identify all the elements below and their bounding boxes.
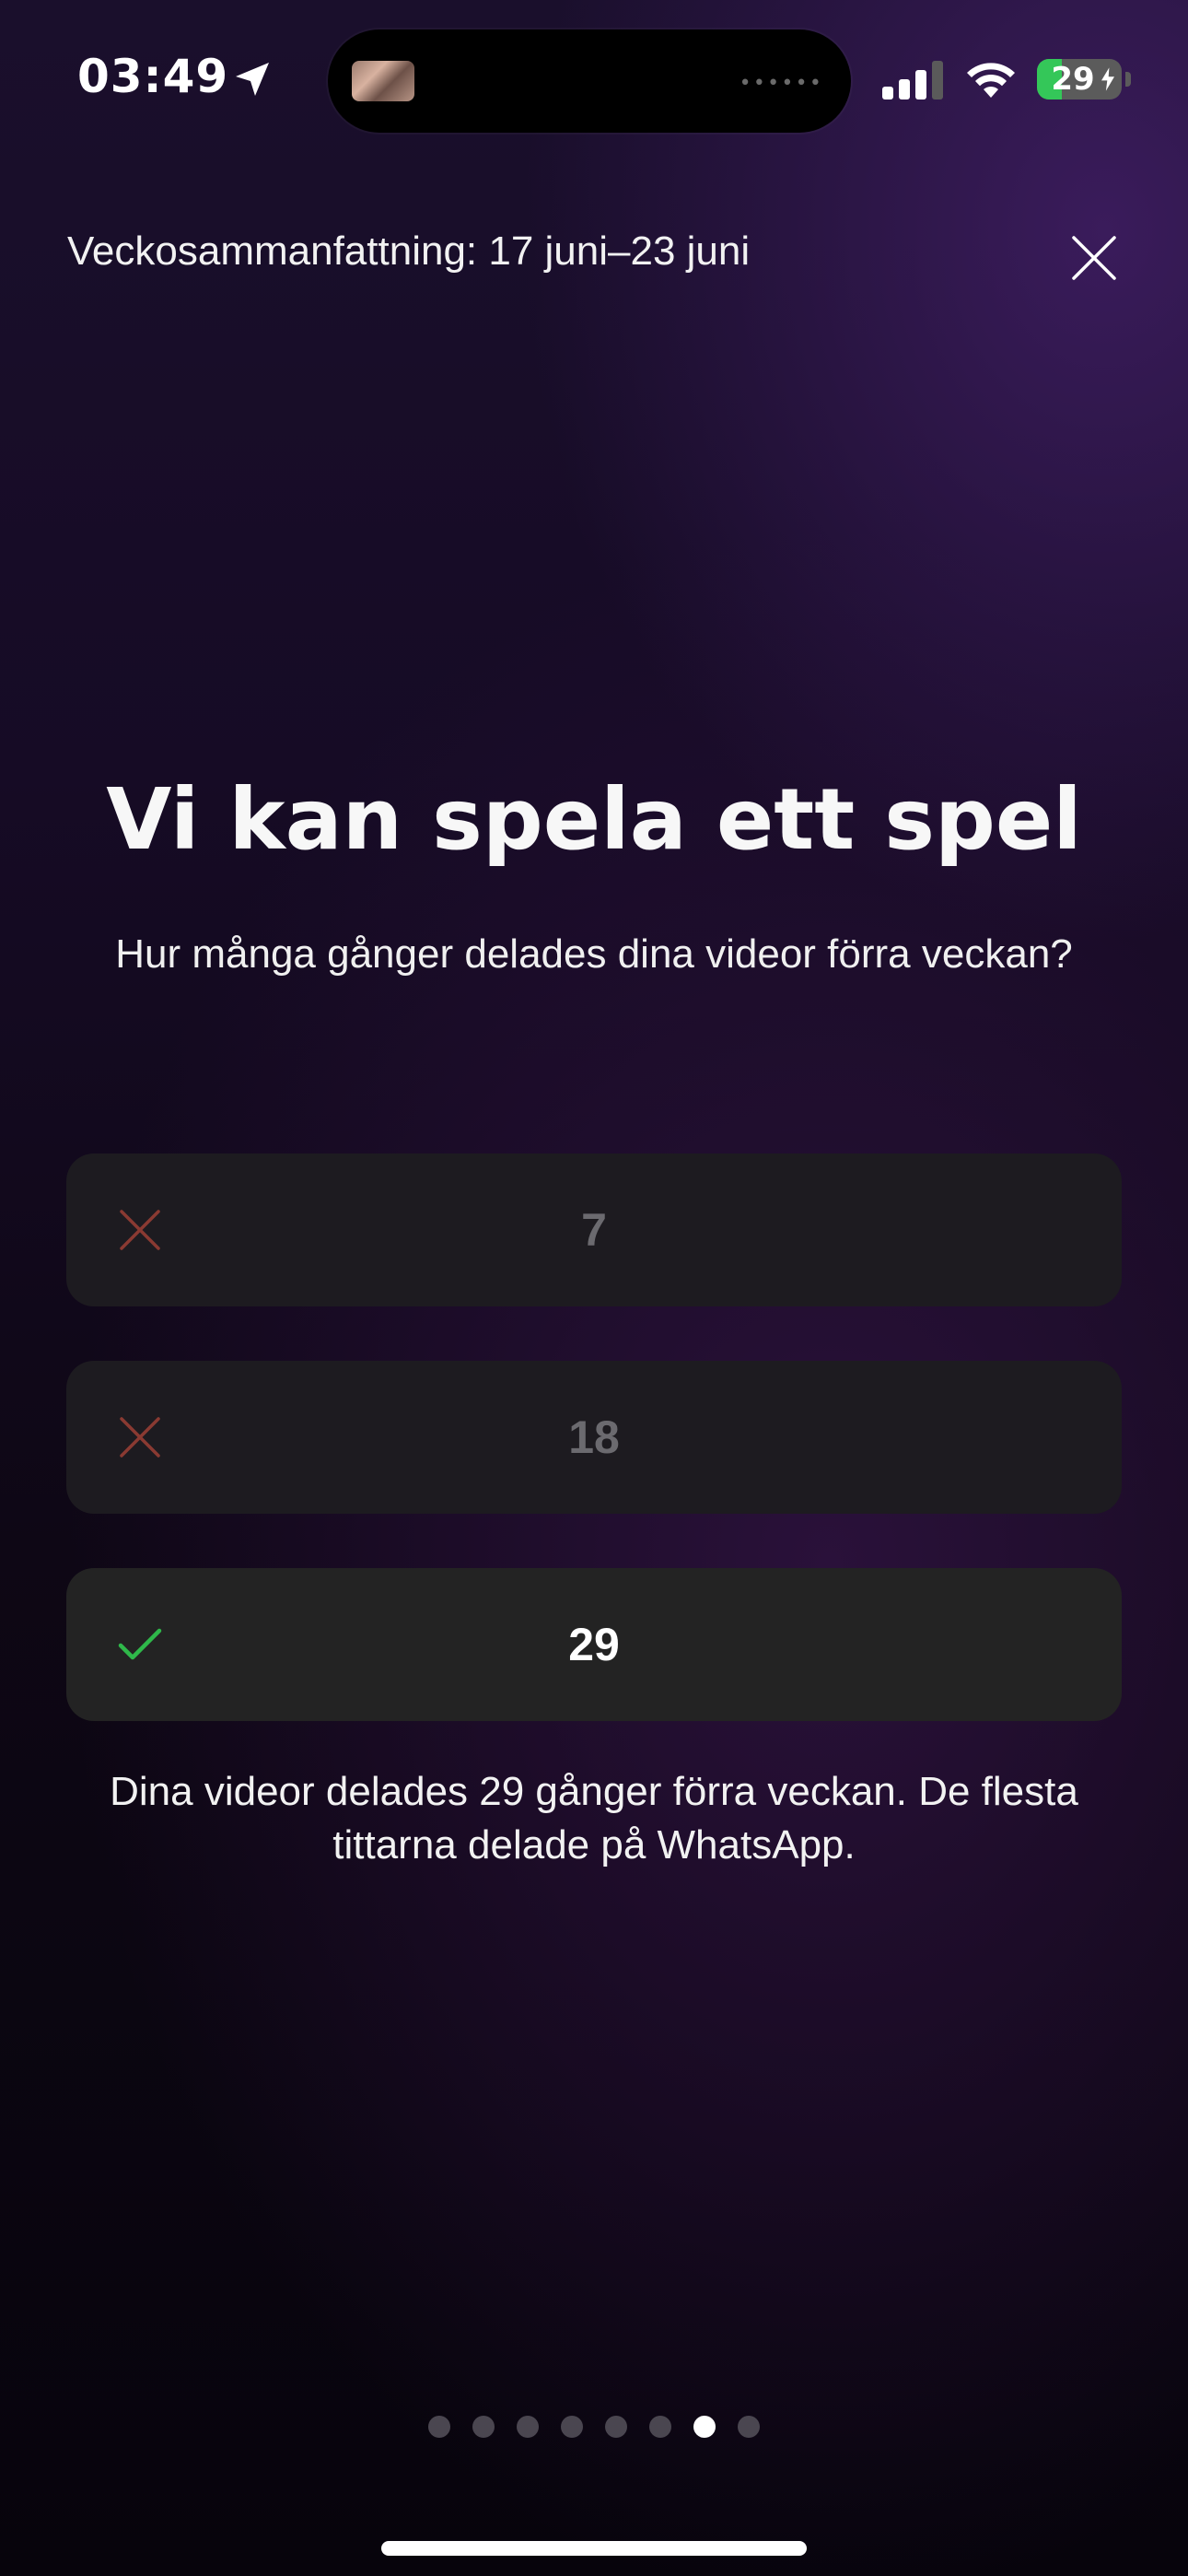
page-dot-active[interactable] — [693, 2416, 716, 2438]
page-dot[interactable] — [561, 2416, 583, 2438]
answer-option-label: 29 — [568, 1619, 620, 1670]
answer-option-2[interactable]: 18 — [66, 1361, 1122, 1514]
answer-option-label: 7 — [581, 1204, 607, 1256]
answer-option-1[interactable]: 7 — [66, 1153, 1122, 1306]
island-activity-indicator: •••••• — [739, 72, 823, 95]
charging-bolt-icon — [1101, 67, 1114, 91]
page-indicator — [0, 2416, 1188, 2440]
status-time: 03:49 — [77, 50, 229, 103]
page-title: Veckosammanfattning: 17 juni–23 juni — [67, 228, 751, 274]
media-thumbnail[interactable] — [352, 61, 414, 101]
wifi-icon — [967, 63, 1015, 98]
page-dot[interactable] — [738, 2416, 760, 2438]
home-indicator[interactable] — [381, 2541, 807, 2556]
location-arrow-icon — [236, 63, 269, 96]
page-dot[interactable] — [517, 2416, 539, 2438]
page-dot[interactable] — [605, 2416, 627, 2438]
battery-icon: 29 — [1037, 59, 1122, 100]
status-bar: 03:49 •••••• 29 — [0, 0, 1188, 138]
close-button[interactable] — [1068, 232, 1120, 284]
cellular-signal-icon — [882, 61, 943, 100]
battery-cap — [1125, 72, 1131, 87]
quiz-question: Hur många gånger delades dina videor för… — [115, 931, 1073, 977]
page-dot[interactable] — [649, 2416, 671, 2438]
dynamic-island[interactable]: •••••• — [328, 29, 851, 133]
quiz-title: Vi kan spela ett spel — [106, 770, 1082, 869]
battery-percentage: 29 — [1051, 61, 1095, 98]
answer-option-3[interactable]: 29 — [66, 1568, 1122, 1721]
close-icon — [1072, 236, 1116, 280]
page-dot[interactable] — [428, 2416, 450, 2438]
result-message: Dina videor delades 29 gånger förra veck… — [110, 1769, 1078, 1868]
answer-option-label: 18 — [568, 1411, 620, 1463]
page-dot[interactable] — [472, 2416, 495, 2438]
